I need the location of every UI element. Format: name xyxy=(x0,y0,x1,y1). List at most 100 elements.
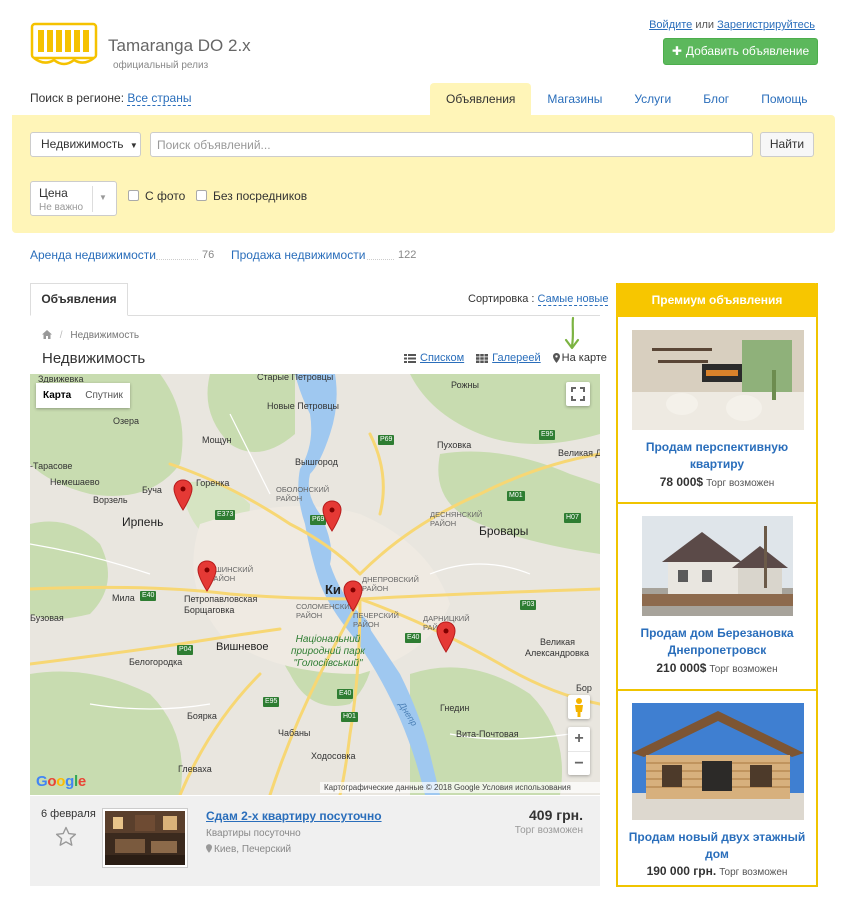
road-shield: E373 xyxy=(215,510,236,520)
add-listing-button[interactable]: ✚ Добавить объявление xyxy=(663,38,818,65)
road-shield: P03 xyxy=(520,600,537,610)
map-attribution[interactable]: Картографические данные © 2018 Google Ус… xyxy=(320,782,600,793)
map-label: Вышгород xyxy=(295,457,338,467)
site-title: Tamaranga DO 2.x xyxy=(108,36,251,55)
premium-item-price-value: 190 000 грн. xyxy=(646,864,717,878)
search-input[interactable] xyxy=(150,132,753,157)
zoom-control: + − xyxy=(568,727,590,775)
premium-item-image[interactable] xyxy=(632,703,804,820)
nav-tab-listings[interactable]: Объявления xyxy=(430,83,532,116)
dots-divider xyxy=(156,259,198,260)
road-shield: E40 xyxy=(337,689,354,699)
category-rent-link[interactable]: Аренда недвижимости xyxy=(30,248,156,262)
pegman-icon[interactable] xyxy=(568,695,590,719)
map-marker[interactable] xyxy=(343,580,363,612)
breadcrumb-item[interactable]: Недвижимость xyxy=(70,330,139,341)
list-icon xyxy=(404,353,416,363)
map-view[interactable]: Здвижевка Старые Петровцы Новые Петровцы… xyxy=(30,374,600,795)
map-label: Ки xyxy=(325,582,341,597)
region-link[interactable]: Все страны xyxy=(127,91,192,106)
category-dropdown[interactable]: Недвижимость ▼ xyxy=(30,132,141,157)
map-marker-icon xyxy=(206,844,212,853)
nav-tab-services[interactable]: Услуги xyxy=(618,83,687,116)
login-link[interactable]: Войдите xyxy=(649,19,692,31)
map-marker[interactable] xyxy=(436,621,456,653)
site-logo[interactable] xyxy=(30,22,98,70)
map-marker[interactable] xyxy=(322,500,342,532)
premium-item-negotiable: Торг возможен xyxy=(709,664,778,675)
view-list[interactable]: Списком xyxy=(404,352,464,364)
arrow-down-icon xyxy=(560,316,584,355)
view-gallery[interactable]: Галереей xyxy=(476,352,541,364)
category-dropdown-label: Недвижимость xyxy=(41,137,124,151)
zoom-out-button[interactable]: − xyxy=(568,751,590,775)
with-photo-label[interactable]: С фото xyxy=(145,189,185,203)
premium-item-image[interactable] xyxy=(632,330,804,430)
search-button[interactable]: Найти xyxy=(760,132,814,157)
premium-item-image[interactable] xyxy=(642,516,793,616)
view-gallery-label: Галереей xyxy=(492,352,541,364)
premium-item-title[interactable]: Продам новый двух этажный дом xyxy=(618,829,816,863)
nav-tab-blog[interactable]: Блог xyxy=(687,83,745,116)
road-shield: P04 xyxy=(177,645,194,655)
google-logo: Google xyxy=(36,773,86,790)
map-label: Великая Дымерка xyxy=(558,448,600,458)
page-title: Недвижимость xyxy=(42,350,146,367)
tab-listings[interactable]: Объявления xyxy=(30,283,128,316)
nav-tab-shops[interactable]: Магазины xyxy=(531,83,618,116)
map-label: Бузовая xyxy=(30,613,64,623)
map-label: Ходосовка xyxy=(311,751,356,761)
nav-tab-help[interactable]: Помощь xyxy=(745,83,823,116)
map-type-satellite[interactable]: Спутник xyxy=(78,383,130,408)
map-label: Чабаны xyxy=(278,728,311,738)
map-label: Глеваха xyxy=(178,764,212,774)
item-location-text: Киев, Печерский xyxy=(214,844,292,855)
map-label: Бор xyxy=(576,683,592,693)
map-label: -Тарасове xyxy=(30,461,73,471)
auth-links: Войдите или Зарегистрируйтесь xyxy=(649,19,815,31)
map-label: Мощун xyxy=(202,435,232,445)
road-shield: E95 xyxy=(539,430,556,440)
map-label: Пуховка xyxy=(437,440,472,450)
item-price: 409 грн. xyxy=(529,807,583,823)
premium-item-negotiable: Торг возможен xyxy=(706,478,775,489)
register-link[interactable]: Зарегистрируйтесь xyxy=(717,19,815,31)
map-label: Немешаево xyxy=(50,477,100,487)
item-negotiable: Торг возможен xyxy=(514,825,583,836)
premium-item-price: 210 000$ Торг возможен xyxy=(618,661,816,675)
road-shield: H07 xyxy=(564,513,581,523)
sort-dropdown[interactable]: Самые новые xyxy=(537,293,609,306)
with-photo-checkbox[interactable] xyxy=(128,190,139,201)
map-type-control: Карта Спутник xyxy=(36,383,130,408)
no-middlemen-label[interactable]: Без посредников xyxy=(213,189,307,203)
map-label: Мила xyxy=(112,593,135,603)
map-marker[interactable] xyxy=(197,560,217,592)
category-sale-link[interactable]: Продажа недвижимости xyxy=(231,248,365,262)
caret-down-icon: ▼ xyxy=(129,141,138,150)
item-title-link[interactable]: Сдам 2-х квартиру посуточно xyxy=(206,809,382,823)
premium-item-title[interactable]: Продам перспективную квартиру xyxy=(618,439,816,473)
zoom-in-button[interactable]: + xyxy=(568,727,590,751)
road-shield: E40 xyxy=(405,633,422,643)
grid-icon xyxy=(476,353,489,363)
premium-item-title[interactable]: Продам дом Березановка Днепропетровск xyxy=(618,625,816,659)
map-marker-icon xyxy=(552,353,560,364)
premium-item-price: 78 000$ Торг возможен xyxy=(618,475,816,489)
map-label: Горенка xyxy=(196,478,230,488)
map-label: Ворзель xyxy=(93,495,128,505)
item-thumbnail[interactable] xyxy=(102,808,188,868)
home-icon[interactable] xyxy=(42,330,55,341)
map-label: Александровка xyxy=(525,648,589,658)
map-label: Боярка xyxy=(187,711,217,721)
map-label: Вита-Почтовая xyxy=(456,729,519,739)
map-label: Буча xyxy=(142,485,162,495)
fullscreen-icon[interactable] xyxy=(566,382,590,406)
price-filter-label: Цена xyxy=(39,186,68,200)
star-icon[interactable] xyxy=(55,826,77,850)
map-type-map[interactable]: Карта xyxy=(36,383,78,408)
map-label: Белогородка xyxy=(129,657,183,667)
map-marker[interactable] xyxy=(173,479,193,511)
no-middlemen-checkbox[interactable] xyxy=(196,190,207,201)
sort-control: Сортировка : Самые новые xyxy=(468,293,609,306)
map-label: Великая xyxy=(540,637,576,647)
